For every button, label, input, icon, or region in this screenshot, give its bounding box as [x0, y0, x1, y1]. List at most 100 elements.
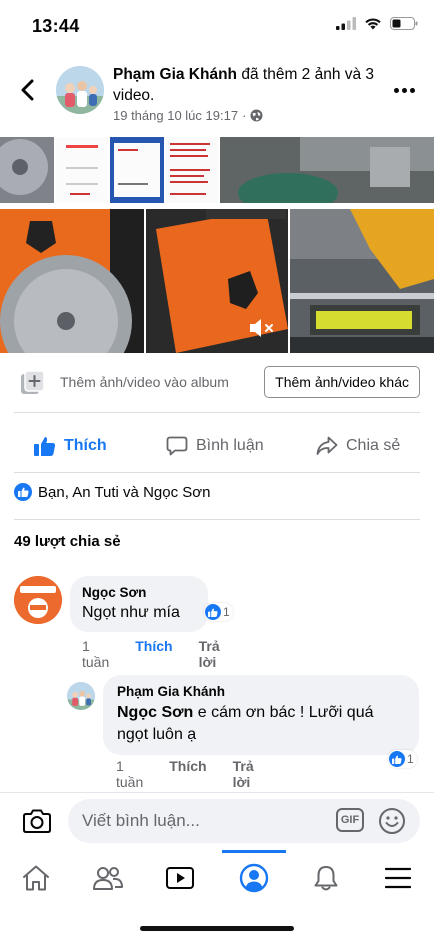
notifications-icon [314, 866, 338, 891]
reply-reaction-chip[interactable]: 1 [388, 750, 417, 768]
brand-logo-avatar-icon [14, 576, 62, 624]
comment-meta: 1 tuần Thích Trả lời [82, 638, 220, 670]
comment-reply-button[interactable]: Trả lời [199, 638, 220, 670]
post-header: Phạm Gia Khánh đã thêm 2 ảnh và 3 video.… [0, 58, 434, 132]
status-icons [336, 17, 418, 30]
spec-sheet-image [166, 137, 218, 203]
status-bar: 13:44 [0, 0, 434, 52]
comment-icon [166, 436, 188, 456]
media-thumb-label-blue[interactable] [110, 137, 164, 203]
home-indicator[interactable] [140, 926, 294, 931]
reply-time[interactable]: 1 tuần [116, 758, 143, 790]
media-thumb-saw-blade-top[interactable] [0, 137, 54, 203]
tab-friends[interactable] [72, 850, 144, 906]
comment-input[interactable] [68, 799, 420, 843]
comment-reaction-chip[interactable]: 1 [204, 603, 233, 621]
family-photo-icon [67, 682, 95, 710]
globe-icon [250, 109, 263, 122]
reply-reaction-count: 1 [407, 752, 414, 766]
profile-icon [239, 863, 269, 893]
comment-text: Ngọt như mía [82, 604, 180, 621]
reply-text: Ngọc Sơn e cám ơn bác ! Lưỡi quá ngọt lu… [117, 702, 405, 746]
add-to-album-link[interactable]: Thêm ảnh/video vào album [60, 374, 229, 390]
divider [14, 472, 420, 473]
blue-label-image [110, 137, 164, 203]
thumbs-up-icon [34, 437, 56, 456]
like-reaction-icon [205, 604, 221, 620]
reply-meta: 1 tuần Thích Trả lời [116, 758, 254, 790]
commenter-avatar[interactable] [14, 576, 62, 624]
like-label: Thích [64, 437, 107, 454]
add-more-media-button[interactable]: Thêm ảnh/video khác [264, 366, 420, 398]
post-headline: Phạm Gia Khánh đã thêm 2 ảnh và 3 video. [113, 64, 378, 106]
tab-menu[interactable] [362, 850, 434, 906]
more-dot-icon [409, 87, 415, 93]
more-options-button[interactable] [390, 80, 418, 100]
battery-icon [390, 17, 418, 30]
reply-bubble[interactable]: Phạm Gia Khánh Ngọc Sơn e cám ơn bác ! L… [103, 675, 419, 755]
post-timestamp[interactable]: 19 tháng 10 lúc 19:17 [113, 108, 238, 123]
reply-reply-button[interactable]: Trả lời [233, 758, 254, 790]
more-dot-icon [393, 87, 399, 93]
share-arrow-icon [316, 436, 338, 455]
comment-author[interactable]: Ngọc Sơn [82, 585, 196, 600]
comment-like-button[interactable]: Thích [135, 638, 172, 670]
watch-icon [166, 867, 194, 889]
tab-profile[interactable] [218, 850, 290, 906]
workshop-image [220, 137, 434, 203]
product-box-image [56, 137, 108, 203]
reply-author[interactable]: Phạm Gia Khánh [117, 684, 405, 699]
share-label: Chia sẻ [346, 437, 401, 454]
back-arrow-icon [21, 79, 34, 101]
like-reaction-icon [389, 751, 405, 767]
comment-bubble[interactable]: Ngọc Sơn Ngọt như mía [70, 576, 208, 632]
tab-watch[interactable] [144, 850, 216, 906]
comment-reaction-count: 1 [223, 605, 230, 619]
family-photo-icon [56, 66, 104, 114]
media-thumb-box-top[interactable] [56, 137, 108, 203]
divider [14, 412, 420, 413]
back-button[interactable] [14, 76, 42, 104]
menu-icon [384, 867, 412, 889]
gif-button[interactable]: GIF [336, 808, 364, 832]
bottom-tab-bar [0, 850, 434, 906]
media-grid [0, 137, 434, 353]
share-count[interactable]: 49 lượt chia sẻ [14, 533, 121, 550]
author-avatar[interactable] [56, 66, 104, 114]
like-button[interactable]: Thích [34, 436, 107, 456]
reactions-text: Bạn, An Tuti và Ngọc Sơn [38, 483, 211, 501]
media-thumb-video-box[interactable] [146, 209, 288, 353]
post-header-text: Phạm Gia Khánh đã thêm 2 ảnh và 3 video.… [113, 64, 378, 123]
reply-like-button[interactable]: Thích [169, 758, 206, 790]
album-row: Thêm ảnh/video vào album Thêm ảnh/video … [0, 360, 434, 406]
reactions-summary[interactable]: Bạn, An Tuti và Ngọc Sơn [14, 483, 210, 501]
replier-avatar[interactable] [67, 682, 95, 710]
muted-volume-icon[interactable] [248, 317, 276, 339]
meta-separator: · [242, 108, 247, 123]
emoji-icon[interactable] [378, 807, 406, 835]
comment-label: Bình luận [196, 437, 264, 454]
tab-notifications[interactable] [290, 850, 362, 906]
miter-saw-image [290, 209, 434, 353]
media-thumb-spec-sheet[interactable] [166, 137, 218, 203]
like-reaction-icon [14, 483, 32, 501]
signal-icon [336, 17, 356, 30]
tab-home[interactable] [0, 850, 72, 906]
camera-icon[interactable] [22, 808, 52, 834]
more-dot-icon [401, 87, 407, 93]
add-to-album-icon[interactable] [20, 370, 46, 396]
media-thumb-miter-saw[interactable] [290, 209, 434, 353]
comment-composer: GIF [0, 792, 434, 850]
reply-mention[interactable]: Ngọc Sơn [117, 704, 193, 721]
media-thumb-saw-blade[interactable] [0, 209, 144, 353]
comment-button[interactable]: Bình luận [166, 436, 264, 456]
status-time: 13:44 [32, 16, 80, 36]
media-thumb-workshop-top[interactable] [220, 137, 434, 203]
home-icon [23, 865, 49, 891]
comment-time[interactable]: 1 tuần [82, 638, 109, 670]
friends-icon [93, 867, 123, 890]
author-name[interactable]: Phạm Gia Khánh [113, 66, 237, 83]
post-meta: 19 tháng 10 lúc 19:17 · [113, 108, 378, 123]
saw-blade-image [0, 137, 54, 203]
share-button[interactable]: Chia sẻ [316, 436, 400, 456]
